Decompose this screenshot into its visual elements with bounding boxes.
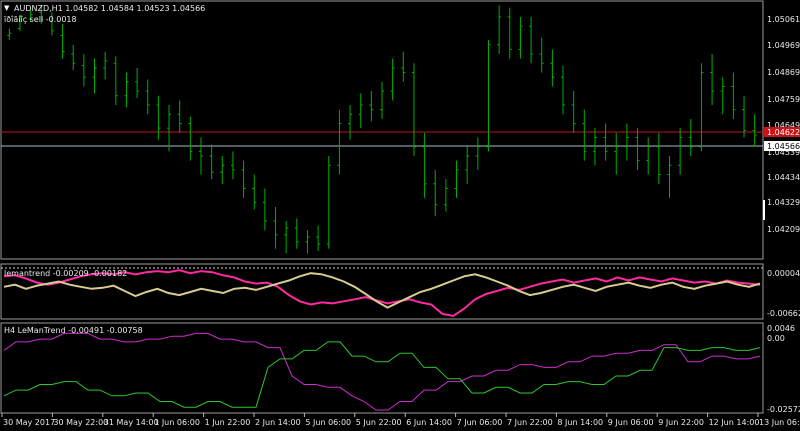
time-label: 13 Jun 06:00 bbox=[759, 418, 800, 427]
price-label: 1.04869 bbox=[767, 68, 800, 77]
time-label: 12 Jun 14:00 bbox=[709, 418, 760, 427]
time-label: 9 Jun 22:00 bbox=[658, 418, 704, 427]
panel3-title: H4 LeManTrend -0.00491 -0.00758 bbox=[4, 326, 143, 335]
price-label: 1.04969 bbox=[767, 41, 800, 50]
time-label: 7 Jun 22:00 bbox=[507, 418, 553, 427]
panel3-y-label: 0.0046 bbox=[767, 324, 795, 333]
price-label: 1.04209 bbox=[767, 225, 800, 234]
trading-chart[interactable]: ▼ AUDNZD,H1 1.04582 1.04584 1.04523 1.04… bbox=[0, 0, 800, 431]
time-label: 7 Jun 06:00 bbox=[457, 418, 503, 427]
time-label: 1 Jun 22:00 bbox=[205, 418, 251, 427]
panel2-title: lemantrend -0.00209 -0.00182 bbox=[4, 269, 127, 278]
time-label: 6 Jun 14:00 bbox=[406, 418, 452, 427]
time-label: 1 Jun 06:00 bbox=[154, 418, 200, 427]
panel3-y-label: -0.02572 bbox=[767, 405, 800, 414]
menu-triangle-icon[interactable]: ▼ bbox=[4, 4, 10, 12]
panel2-y-label: 0.00004 bbox=[767, 269, 800, 278]
time-label: 5 Jun 06:00 bbox=[305, 418, 351, 427]
panel3-y-label: 0.00 bbox=[767, 334, 785, 343]
price-axis: 1.05061 1.04969 1.04869 1.04759 1.04649 … bbox=[767, 15, 800, 234]
indicator-caption: ïðîãíîç sell -0.0018 bbox=[3, 15, 77, 24]
red-price-tag-text: 1.04622 bbox=[767, 128, 800, 137]
price-label: 1.05061 bbox=[767, 15, 800, 24]
symbol-title: AUDNZD,H1 1.04582 1.04584 1.04523 1.0456… bbox=[14, 4, 205, 13]
chart-background bbox=[0, 0, 800, 431]
time-label: 5 Jun 22:00 bbox=[356, 418, 402, 427]
time-label: 8 Jun 14:00 bbox=[557, 418, 603, 427]
time-label: 30 May 22:00 bbox=[53, 418, 108, 427]
price-label: 1.04434 bbox=[767, 173, 800, 182]
time-label: 30 May 2017 bbox=[3, 418, 55, 427]
price-label: 1.04329 bbox=[767, 198, 800, 207]
time-label: 31 May 14:00 bbox=[104, 418, 159, 427]
price-label: 1.04759 bbox=[767, 95, 800, 104]
time-label: 9 Jun 06:00 bbox=[608, 418, 654, 427]
panel2-y-label: -0.00662 bbox=[767, 309, 800, 318]
time-label: 2 Jun 14:00 bbox=[255, 418, 301, 427]
current-price-tag-text: 1.04566 bbox=[767, 142, 800, 151]
